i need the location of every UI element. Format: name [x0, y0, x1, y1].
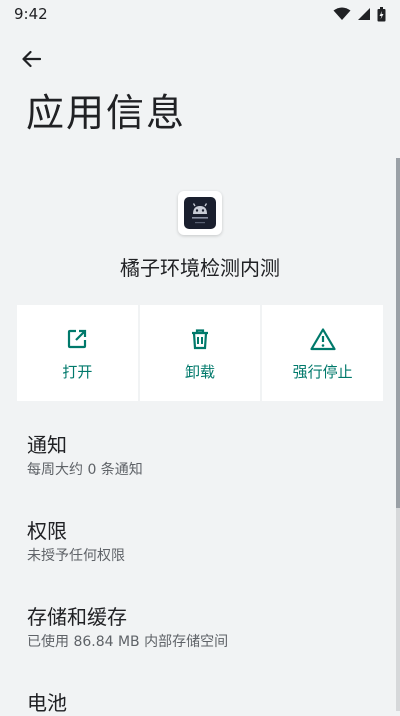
battery-item[interactable]: 电池: [27, 690, 67, 716]
open-button-label: 打开: [62, 362, 93, 381]
warning-icon: [310, 325, 336, 353]
force-stop-button[interactable]: 强行停止: [262, 305, 384, 401]
status-bar: 9:42: [0, 0, 400, 28]
open-button[interactable]: 打开: [17, 305, 138, 401]
scrollbar-thumb[interactable]: [396, 158, 400, 508]
uninstall-button[interactable]: 卸载: [139, 305, 261, 401]
page-title: 应用信息: [26, 91, 187, 135]
permissions-item[interactable]: 权限 未授予任何权限: [27, 518, 125, 566]
item-title: 电池: [27, 691, 67, 715]
wifi-icon: [333, 7, 351, 20]
notifications-item[interactable]: 通知 每周大约 0 条通知: [27, 432, 143, 480]
action-bar: 打开 卸载 强行停止: [17, 305, 384, 401]
app-icon: [178, 191, 222, 235]
android-robot-icon: [184, 197, 216, 229]
cellular-signal-icon: [358, 8, 370, 20]
app-name: 橘子环境检测内测: [120, 256, 280, 280]
arrow-left-icon: [22, 50, 41, 68]
item-subtitle: 每周大约 0 条通知: [27, 462, 143, 478]
uninstall-button-label: 卸载: [185, 362, 216, 381]
status-icons: [333, 6, 386, 22]
item-subtitle: 未授予任何权限: [27, 548, 125, 564]
item-title: 通知: [27, 433, 67, 457]
item-title: 存储和缓存: [27, 605, 127, 629]
item-title: 权限: [27, 519, 67, 543]
trash-icon: [188, 325, 212, 353]
back-button[interactable]: [14, 44, 48, 74]
storage-item[interactable]: 存储和缓存 已使用 86.84 MB 内部存储空间: [27, 604, 228, 652]
force-stop-button-label: 强行停止: [292, 362, 353, 381]
battery-icon: [377, 6, 386, 21]
status-time: 9:42: [14, 5, 48, 23]
item-subtitle: 已使用 86.84 MB 内部存储空间: [27, 634, 229, 650]
open-external-icon: [65, 325, 89, 353]
